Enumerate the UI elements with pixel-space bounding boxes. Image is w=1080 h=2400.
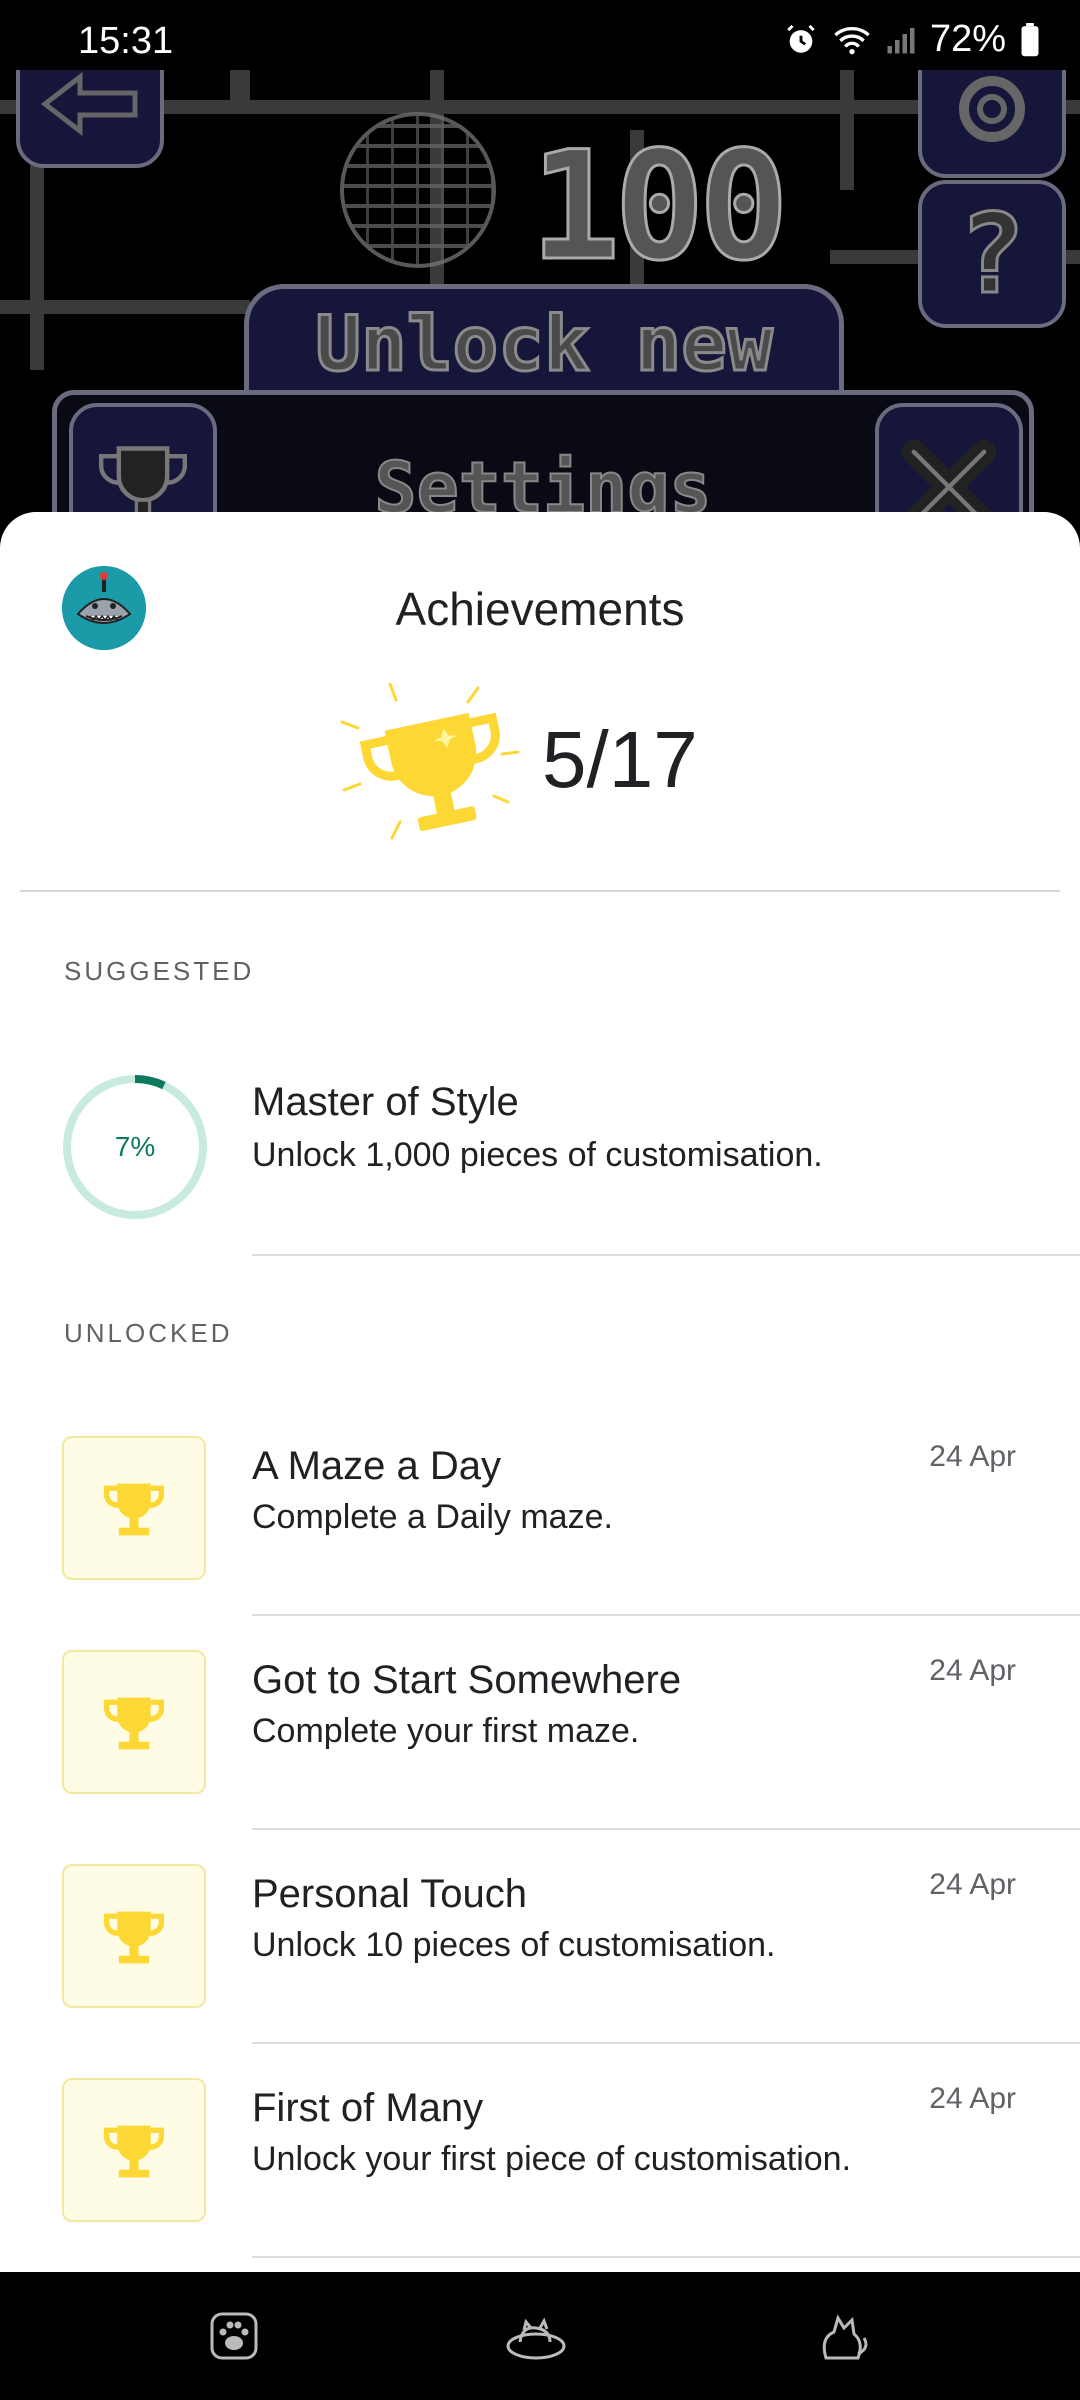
row-divider xyxy=(252,1614,1080,1616)
bottom-nav-bar xyxy=(0,2272,1080,2400)
cat-icon xyxy=(822,2314,868,2360)
back-button xyxy=(16,70,164,168)
row-divider xyxy=(252,2256,1080,2258)
trophy-icon xyxy=(103,1483,165,1536)
achievement-title: Personal Touch xyxy=(252,1872,527,1916)
achievement-badge xyxy=(62,2078,206,2222)
trophy-icon xyxy=(103,1911,165,1964)
settings-gear-button xyxy=(918,70,1066,178)
achievement-count: 5/17 xyxy=(542,715,698,804)
help-button: ? xyxy=(918,180,1066,328)
trophy-icon xyxy=(340,682,520,840)
maze-icon xyxy=(340,112,496,268)
battery-percent: 72% xyxy=(929,18,1006,60)
nav-home-button[interactable] xyxy=(500,2300,572,2372)
signal-icon xyxy=(887,27,915,53)
unlocked-section-label: UNLOCKED xyxy=(64,1318,233,1348)
close-icon xyxy=(901,439,997,520)
trophy-icon xyxy=(103,2125,165,2178)
paw-icon xyxy=(210,2312,258,2360)
achievement-score: 5/17 xyxy=(330,662,750,862)
achievement-title: First of Many xyxy=(252,2086,484,2130)
back-arrow-icon xyxy=(40,71,138,137)
close-button xyxy=(875,403,1023,520)
achievement-description: Unlock 10 pieces of customisation. xyxy=(252,1926,776,1964)
game-background: 100 ? Unlock new Settings xyxy=(0,70,1080,520)
achievement-date: 24 Apr xyxy=(929,2082,1016,2115)
header-divider xyxy=(20,890,1060,892)
achievement-date: 24 Apr xyxy=(929,1868,1016,1901)
nav-back-button[interactable] xyxy=(806,2300,878,2372)
row-divider xyxy=(252,1254,1080,1256)
achievement-date: 24 Apr xyxy=(929,1654,1016,1687)
progress-percent: 7% xyxy=(114,1131,156,1162)
achievement-description: Complete your first maze. xyxy=(252,1712,640,1750)
suggested-section-label: SUGGESTED xyxy=(64,956,255,986)
status-bar: 15:31 72% xyxy=(0,0,1080,80)
achievement-title: A Maze a Day xyxy=(252,1444,502,1488)
nav-paw-button[interactable] xyxy=(198,2300,270,2372)
trophy-icon xyxy=(103,1697,165,1750)
achievements-title: Achievements xyxy=(395,583,685,635)
row-divider xyxy=(252,2042,1080,2044)
alarm-icon xyxy=(787,24,815,53)
game-score: 100 xyxy=(529,119,791,296)
achievement-title: Master of Style xyxy=(252,1080,519,1124)
achievement-description: Complete a Daily maze. xyxy=(252,1498,613,1536)
achievement-date: 24 Apr xyxy=(929,1440,1016,1473)
settings-panel: Settings xyxy=(52,390,1034,520)
gear-icon xyxy=(959,76,1025,142)
row-divider xyxy=(252,1828,1080,1830)
wifi-icon xyxy=(834,26,870,54)
achievement-description: Unlock your first piece of customisation… xyxy=(252,2140,852,2178)
achievement-badge xyxy=(62,1436,206,1580)
status-time: 15:31 xyxy=(78,20,174,62)
achievement-badge xyxy=(62,1864,206,2008)
achievements-sheet: Achievements 5/17 SUGGESTED 7% Master of… xyxy=(0,512,1080,2272)
status-icons: 72% xyxy=(784,18,1040,61)
cat-bed-icon xyxy=(506,2317,566,2360)
achievement-title: Got to Start Somewhere xyxy=(252,1658,682,1702)
achievement-description: Unlock 1,000 pieces of customisation. xyxy=(252,1136,823,1174)
battery-icon xyxy=(1021,22,1039,56)
achievement-badge xyxy=(62,1650,206,1794)
help-icon: ? xyxy=(957,189,1026,320)
